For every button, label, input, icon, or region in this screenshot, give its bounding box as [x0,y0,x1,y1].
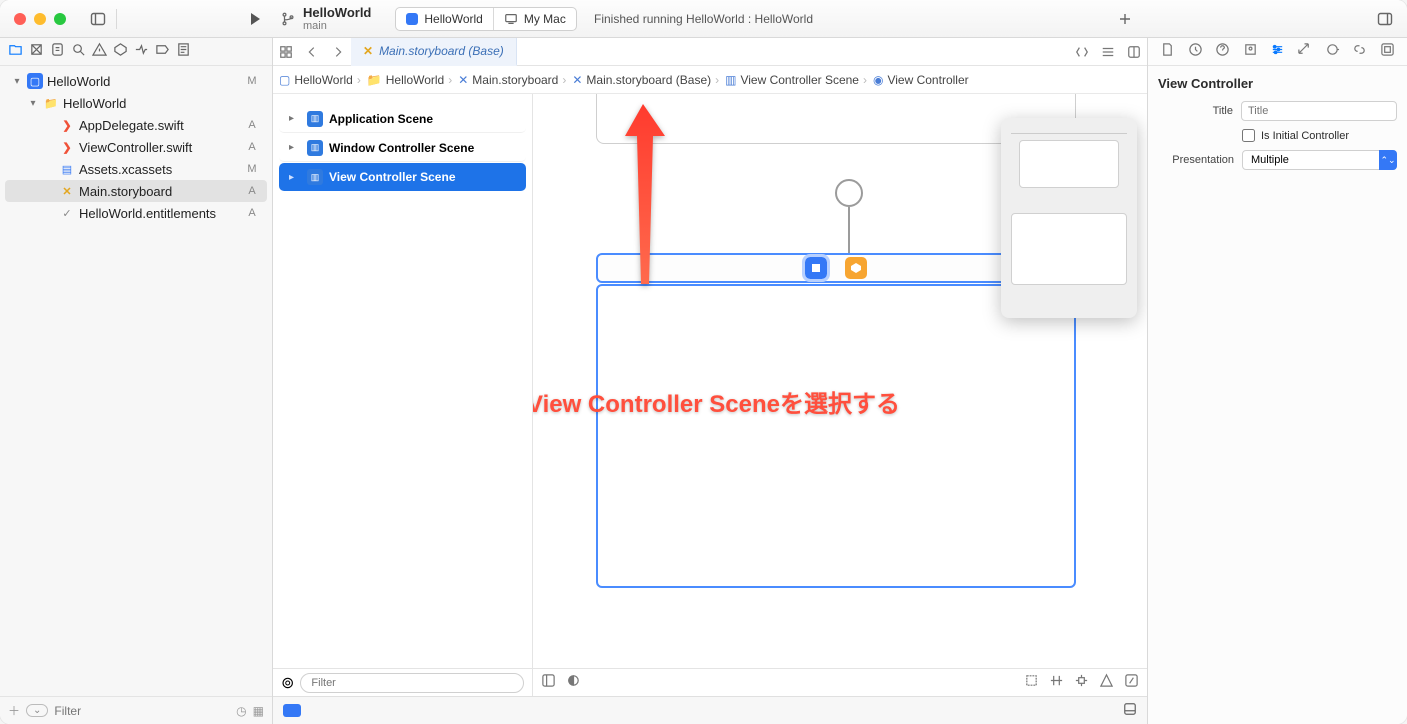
canvas-toolbar [533,668,1147,696]
resolve-issues-button[interactable] [1099,673,1114,693]
nav-back-button[interactable] [299,45,325,59]
find-navigator-tab[interactable] [71,42,86,62]
outline-row[interactable]: ▸▥View Controller Scene [279,163,526,191]
file-row[interactable]: ❯ViewController.swiftA [5,136,267,158]
titlebar: HelloWorld main HelloWorld My Mac Finish… [0,0,1407,38]
document-outline: ▸▥Application Scene▸▥Window Controller S… [273,94,532,668]
navigator-selector [0,38,272,66]
branch-name: main [303,21,371,32]
toggle-navigator-icon[interactable] [84,8,112,30]
embed-button[interactable] [1124,673,1139,693]
storyboard-canvas[interactable]: 「View Controller Sceneを選択する [533,94,1147,696]
file-inspector-tab[interactable] [1160,42,1175,62]
file-row[interactable]: ▤Assets.xcassetsM [5,158,267,180]
align-button[interactable] [1049,673,1064,693]
breadcrumb-item[interactable]: ›◉View Controller [861,73,969,87]
view-controller-view[interactable] [596,284,1076,588]
file-row[interactable]: ✕Main.storyboardA [5,180,267,202]
compare-button[interactable] [1069,45,1095,59]
appearance-toggle-button[interactable] [566,673,581,693]
jump-bar: ✕ Main.storyboard (Base) [273,38,1147,66]
zoom-fit-button[interactable] [1024,673,1039,693]
source-control-navigator-tab[interactable] [29,42,44,62]
canvas-minimap[interactable] [1001,118,1137,318]
outline-filter-input[interactable] [300,673,524,693]
bindings-inspector-tab[interactable] [1352,42,1367,62]
pin-button[interactable] [1074,673,1089,693]
title-field[interactable] [1241,101,1397,121]
zoom-window-button[interactable] [54,13,66,25]
symbol-navigator-tab[interactable] [50,42,65,62]
run-button[interactable] [241,8,269,30]
outline-row[interactable]: ▸▥Application Scene [279,105,526,133]
adjust-editor-button[interactable] [1095,45,1121,59]
initial-controller-checkbox[interactable] [1242,129,1255,142]
view-controller-icon[interactable] [805,257,827,279]
breadcrumb-item[interactable]: ›✕Main.storyboard (Base) [560,73,711,87]
inspector-heading: View Controller [1158,76,1397,91]
inspector-selector [1148,38,1407,66]
breadcrumb-item[interactable]: ▢HelloWorld [279,73,353,87]
project-navigator-tab[interactable] [8,42,23,62]
breadcrumb-item[interactable]: ›📁HelloWorld [355,73,444,87]
report-navigator-tab[interactable] [176,42,191,62]
file-row[interactable]: ▾📁HelloWorld [5,92,267,114]
add-tab-button[interactable] [1111,8,1139,30]
effects-inspector-tab[interactable] [1380,42,1395,62]
history-inspector-tab[interactable] [1188,42,1203,62]
file-row[interactable]: ▾▢HelloWorldM [5,70,267,92]
filter-scope-toggle[interactable]: ⌄ [26,704,48,717]
initial-controller-label: Is Initial Controller [1261,130,1349,142]
minimize-window-button[interactable] [34,13,46,25]
toggle-outline-button[interactable] [541,673,556,693]
library-button[interactable] [1371,8,1399,30]
breakpoint-navigator-tab[interactable] [155,42,170,62]
file-row[interactable]: ❯AppDelegate.swiftA [5,114,267,136]
nav-forward-button[interactable] [325,45,351,59]
project-name: HelloWorld [303,6,371,19]
file-row[interactable]: ✓HelloWorld.entitlementsA [5,202,267,224]
debug-bar [273,696,1147,724]
help-inspector-tab[interactable] [1215,42,1230,62]
identity-inspector-tab[interactable] [1243,42,1258,62]
breadcrumb-item[interactable]: ›✕Main.storyboard [446,73,558,87]
breadcrumb-bar[interactable]: ▢HelloWorld›📁HelloWorld›✕Main.storyboard… [273,66,1147,94]
title-label: Title [1158,105,1233,117]
connections-inspector-tab[interactable] [1325,42,1340,62]
toggle-debug-area-button[interactable] [1123,702,1137,719]
presentation-select[interactable]: Multiple [1242,150,1397,170]
add-editor-button[interactable] [1121,45,1147,59]
size-inspector-tab[interactable] [1297,42,1312,62]
editor-tab[interactable]: ✕ Main.storyboard (Base) [351,38,517,66]
recent-files-icon[interactable]: ◷ [236,704,246,718]
close-window-button[interactable] [14,13,26,25]
file-tree: ▾▢HelloWorldM▾📁HelloWorld❯AppDelegate.sw… [0,66,272,696]
add-file-button[interactable]: ＋ [8,702,20,719]
outline-filter-icon: ⊚ [281,673,294,693]
device-icon [504,12,518,26]
breadcrumb-item[interactable]: ›▥View Controller Scene [713,73,859,87]
scheme-selector[interactable]: HelloWorld My Mac [395,7,576,31]
debug-navigator-tab[interactable] [134,42,149,62]
debug-view-icon[interactable] [283,704,301,717]
attributes-inspector-tab[interactable] [1270,42,1285,62]
related-items-button[interactable] [273,45,299,59]
storyboard-icon: ✕ [363,44,373,58]
issue-navigator-tab[interactable] [92,42,107,62]
editor-tab-label: Main.storyboard (Base) [379,44,504,58]
navigator-filter-input[interactable] [54,704,230,718]
test-navigator-tab[interactable] [113,42,128,62]
branch-icon [281,12,295,26]
presentation-label: Presentation [1158,154,1234,166]
outline-row[interactable]: ▸▥Window Controller Scene [279,134,526,162]
scm-filter-icon[interactable]: ▦ [253,704,264,718]
first-responder-icon[interactable] [845,257,867,279]
